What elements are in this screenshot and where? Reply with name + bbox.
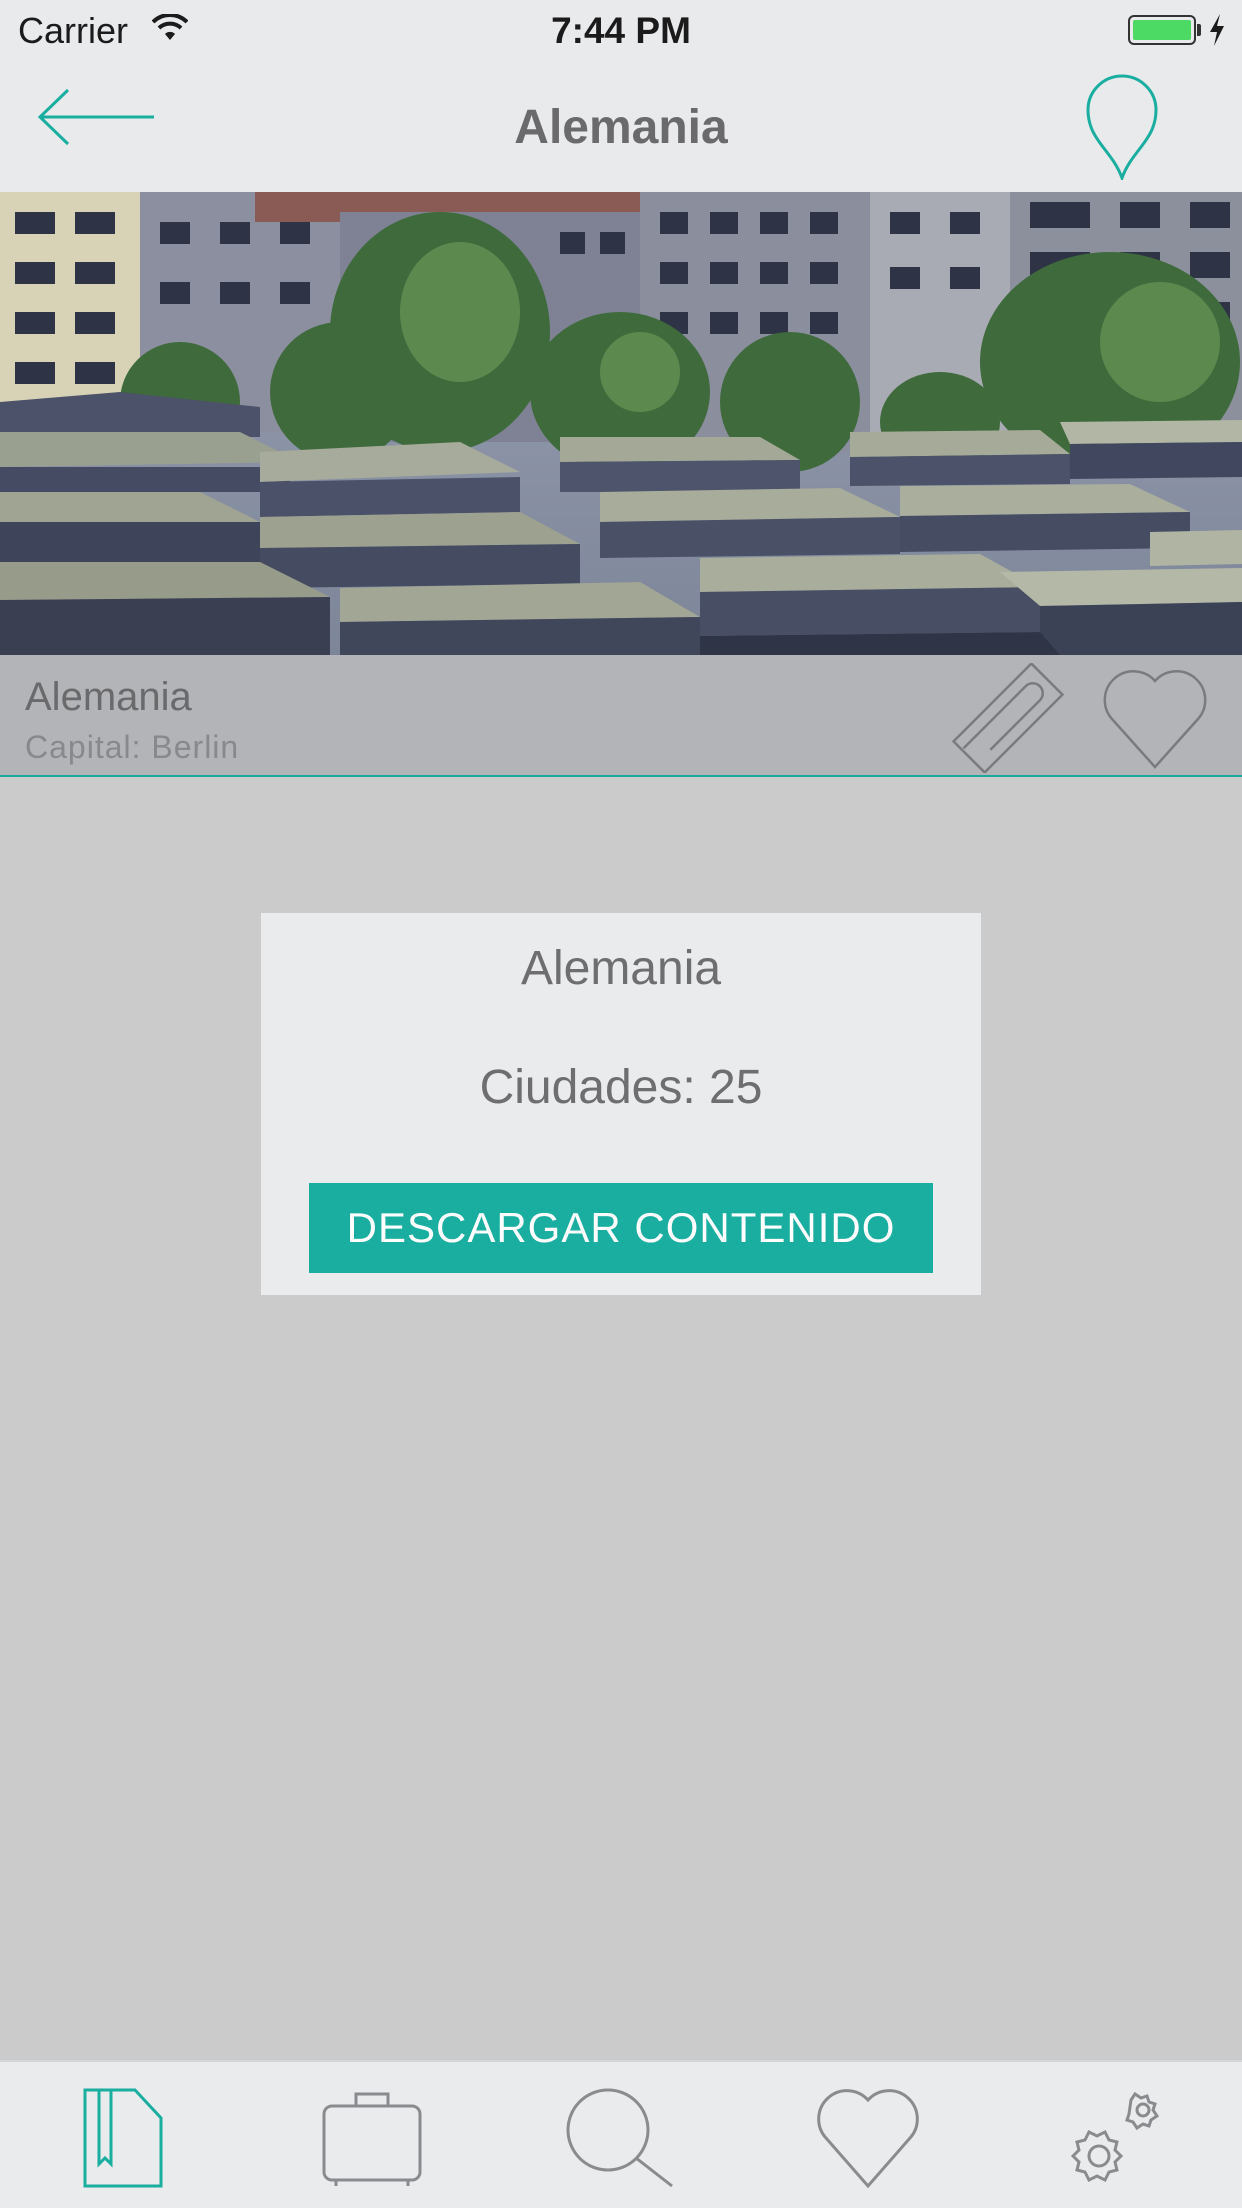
memorial-photo [0, 192, 1242, 655]
settings-gear-icon [1070, 2091, 1160, 2183]
battery-tip [1197, 24, 1201, 36]
navigation-bar: Alemania [0, 62, 1242, 192]
tab-bar [0, 2060, 1242, 2208]
page-title: Alemania [514, 101, 728, 154]
country-name: Alemania [25, 675, 192, 719]
tab-guide[interactable] [0, 2062, 248, 2208]
country-info-strip: Alemania Capital: Berlin [0, 655, 1242, 777]
country-hero-image [0, 192, 1242, 655]
tab-settings[interactable] [992, 2062, 1240, 2208]
battery-icon [1128, 15, 1196, 45]
tab-trips[interactable] [248, 2062, 496, 2208]
paperclip-icon[interactable] [948, 663, 1068, 773]
suitcase-icon [322, 2092, 422, 2186]
heart-icon [817, 2089, 919, 2189]
tab-search[interactable] [496, 2062, 744, 2208]
country-capital: Capital: Berlin [25, 729, 240, 765]
card-title: Alemania [520, 942, 722, 995]
clock: 7:44 PM [551, 10, 691, 51]
download-content-button[interactable]: DESCARGAR CONTENIDO [309, 1183, 933, 1273]
heart-icon[interactable] [1100, 663, 1210, 773]
map-pin-icon[interactable] [1082, 70, 1162, 180]
cities-count: Ciudades: 25 [479, 1061, 763, 1114]
search-icon [566, 2088, 673, 2188]
guide-document-icon [83, 2088, 163, 2188]
charging-bolt-icon [1210, 14, 1224, 46]
tab-favorites[interactable] [744, 2062, 992, 2208]
download-card: Alemania Ciudades: 25 DESCARGAR CONTENID… [261, 913, 981, 1295]
status-bar: Carrier 7:44 PM [0, 0, 1242, 62]
